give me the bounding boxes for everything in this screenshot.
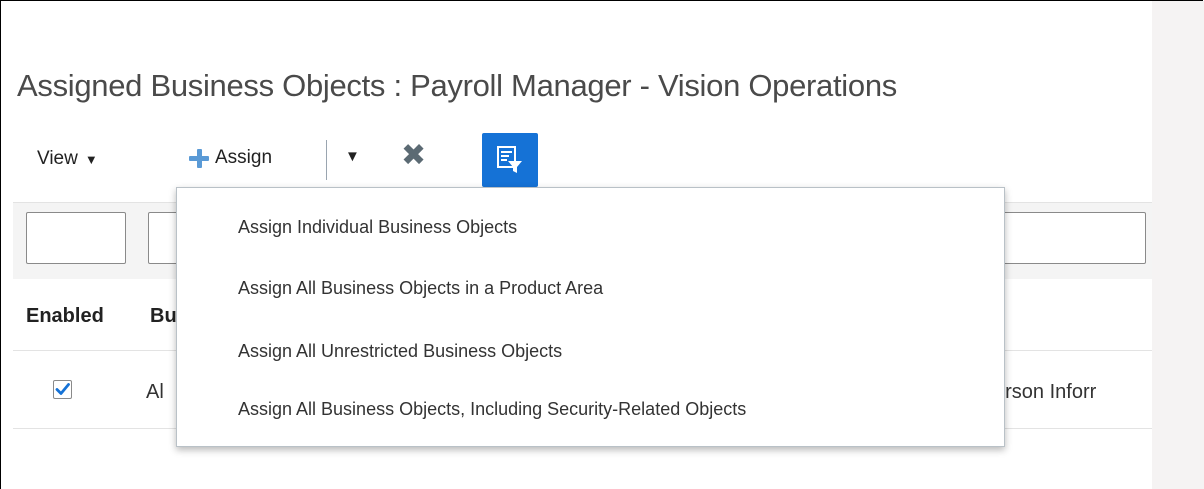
view-menu-button[interactable]: View ▼ [37, 148, 98, 170]
column-header-business-object[interactable]: Bu [150, 305, 176, 328]
page-title: Assigned Business Objects : Payroll Mana… [17, 68, 897, 103]
table-cell-business-object: Al [146, 381, 164, 403]
chevron-down-icon[interactable]: ▼ [345, 148, 360, 165]
menu-item-assign-unrestricted[interactable]: Assign All Unrestricted Business Objects [238, 341, 562, 362]
checkmark-icon [55, 383, 70, 395]
menu-item-assign-all-security[interactable]: Assign All Business Objects, Including S… [238, 399, 746, 420]
right-panel-strip [1152, 1, 1204, 489]
enabled-checkbox[interactable] [53, 380, 72, 399]
table-cell-description: erson Inforr [994, 381, 1097, 403]
view-label: View [37, 148, 78, 169]
close-icon[interactable]: ✖ [401, 141, 426, 171]
filter-input-description[interactable] [990, 212, 1146, 264]
query-by-example-icon [497, 146, 522, 173]
filter-input-enabled[interactable] [26, 212, 126, 264]
assign-dropdown-menu: Assign Individual Business Objects Assig… [176, 187, 1005, 447]
menu-item-assign-individual[interactable]: Assign Individual Business Objects [238, 217, 517, 238]
chevron-down-icon: ▼ [84, 151, 98, 167]
assign-button[interactable]: Assign [189, 147, 272, 169]
menu-item-assign-product-area[interactable]: Assign All Business Objects in a Product… [238, 278, 603, 299]
assign-label: Assign [215, 147, 273, 168]
query-by-example-button[interactable] [482, 133, 538, 187]
plus-icon [189, 148, 209, 168]
toolbar-divider [326, 140, 327, 180]
column-header-enabled[interactable]: Enabled [26, 305, 104, 328]
